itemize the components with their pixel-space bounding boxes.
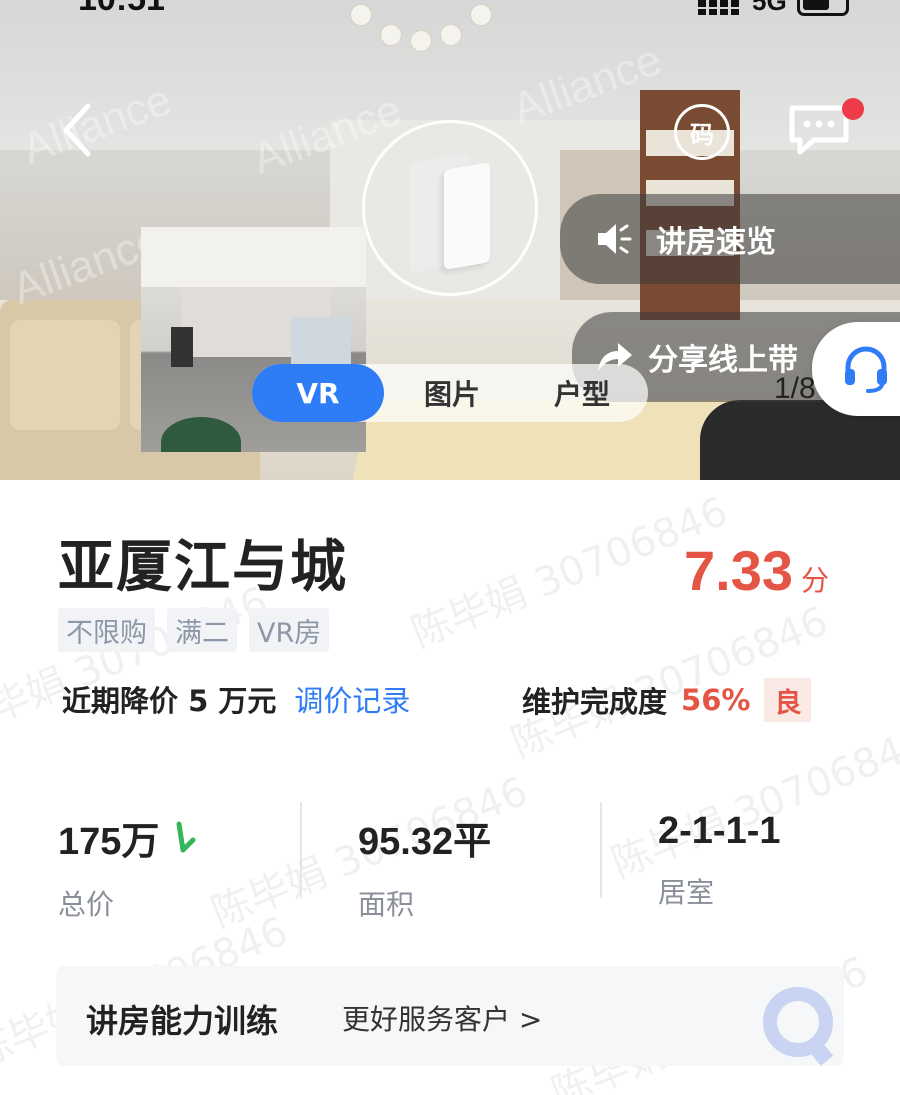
chandelier — [340, 0, 500, 60]
score-value: 7.33 — [684, 539, 793, 602]
maintenance-grade-badge: 良 — [764, 678, 812, 722]
sofa-cushion — [10, 320, 120, 430]
maintenance-label: 维护完成度 — [522, 685, 668, 719]
headset-icon — [845, 346, 887, 393]
stat-divider — [300, 802, 302, 898]
stat-layout: 2-1-1-1 居室 — [658, 810, 781, 911]
tag: 满二 — [167, 608, 237, 652]
training-subtitle: 更好服务客户 > — [342, 1003, 543, 1036]
area-value: 95.32平 — [358, 821, 492, 863]
stat-area: 95.32平 面积 — [358, 810, 491, 923]
total-price-label: 总价 — [58, 888, 115, 921]
maintenance-row: 维护完成度 56% 良 — [522, 678, 812, 722]
quick-tour-label: 讲房速览 — [656, 225, 776, 260]
score-unit: 分 — [801, 564, 830, 597]
speaker-icon — [598, 224, 632, 254]
customer-support-button[interactable] — [812, 322, 900, 416]
listing-info: 陈毕娟 30706846 陈毕娟 30706846 陈毕娟 30706846 陈… — [0, 480, 900, 1095]
hero-gallery[interactable]: Alliance Alliance Alliance Alliance 10:5… — [0, 0, 900, 480]
battery-icon — [796, 0, 849, 16]
qr-code-icon[interactable]: 码 — [674, 104, 730, 160]
stat-divider — [600, 802, 602, 898]
notification-dot — [842, 98, 864, 120]
stat-total-price: 175万 总价 — [58, 810, 199, 923]
network-type: 5G — [752, 0, 787, 16]
tag: VR房 — [249, 608, 330, 652]
tab-vr[interactable]: VR — [252, 364, 384, 422]
tab-photos[interactable]: 图片 — [402, 364, 502, 422]
total-price-value: 175万 — [58, 821, 160, 863]
page-indicator: 1/8 — [774, 372, 816, 405]
media-tabs: VR 图片 户型 — [252, 364, 648, 422]
training-title: 讲房能力训练 — [86, 1002, 279, 1040]
price-cut-text: 近期降价 5 万元 — [62, 684, 277, 718]
status-indicators: 5G — [696, 0, 849, 17]
quick-tour-button[interactable]: 讲房速览 — [560, 194, 900, 284]
signal-icon — [698, 0, 739, 15]
price-down-arrow-icon — [176, 821, 196, 852]
maintenance-value: 56% — [681, 683, 751, 717]
back-arrow-icon[interactable] — [58, 100, 98, 160]
status-time: 10:51 — [78, 0, 165, 19]
price-cut-row: 近期降价 5 万元 调价记录 — [62, 678, 410, 720]
layout-label: 居室 — [658, 876, 715, 909]
vr-icon — [444, 161, 490, 271]
training-card[interactable]: 讲房能力训练 更好服务客户 > — [56, 966, 844, 1066]
tag: 不限购 — [58, 608, 155, 652]
area-label: 面积 — [358, 888, 415, 921]
search-icon — [763, 987, 834, 1066]
listing-title: 亚厦江与城 — [58, 535, 348, 600]
layout-value: 2-1-1-1 — [658, 810, 781, 852]
tab-floorplan[interactable]: 户型 — [532, 364, 632, 422]
listing-score: 7.33 分 — [684, 538, 829, 603]
price-history-link[interactable]: 调价记录 — [294, 678, 410, 720]
listing-tags: 不限购 满二 VR房 — [58, 608, 341, 652]
